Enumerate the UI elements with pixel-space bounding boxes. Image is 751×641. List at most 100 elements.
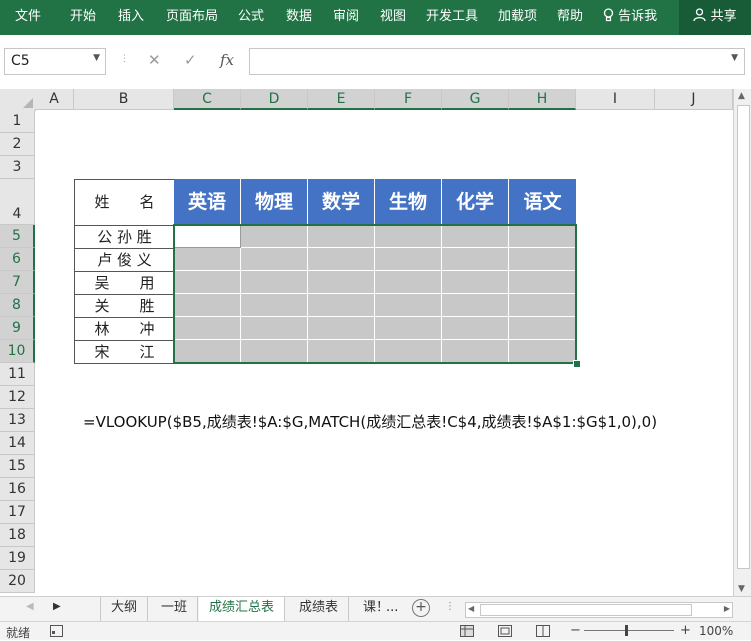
subject-header-physics[interactable]: 物理 bbox=[241, 179, 308, 225]
tab-split-handle-icon[interactable]: ⋮ bbox=[445, 601, 455, 612]
student-name-cell[interactable]: 吴 用 bbox=[74, 271, 175, 295]
row-header-13[interactable]: 13 bbox=[0, 409, 35, 432]
subject-header-biology[interactable]: 生物 bbox=[375, 179, 442, 225]
score-cell[interactable] bbox=[375, 294, 442, 317]
row-header-17[interactable]: 17 bbox=[0, 501, 35, 524]
name-box[interactable]: C5 ▼ bbox=[4, 48, 106, 75]
row-header-16[interactable]: 16 bbox=[0, 478, 35, 501]
score-cell[interactable] bbox=[308, 248, 375, 271]
row-header-19[interactable]: 19 bbox=[0, 547, 35, 570]
share-button[interactable]: 共享 bbox=[679, 0, 751, 35]
student-name-cell[interactable]: 公 孙 胜 bbox=[74, 225, 175, 249]
sheet-tab-class1[interactable]: 一班 bbox=[151, 597, 199, 621]
zoom-in-icon[interactable]: + bbox=[680, 623, 691, 638]
next-sheet-icon[interactable]: ▶ bbox=[53, 601, 61, 612]
formula-input[interactable]: ▼ bbox=[249, 48, 745, 75]
scroll-up-icon[interactable]: ▲ bbox=[738, 91, 745, 101]
score-cell[interactable] bbox=[174, 340, 241, 363]
score-cell[interactable] bbox=[375, 271, 442, 294]
subject-header-english[interactable]: 英语 bbox=[174, 179, 241, 225]
column-header-g[interactable]: G bbox=[442, 89, 509, 110]
score-cell[interactable] bbox=[308, 317, 375, 340]
column-header-d[interactable]: D bbox=[241, 89, 308, 110]
sheet-tab-scores[interactable]: 成绩表 bbox=[289, 597, 350, 621]
macro-record-icon[interactable] bbox=[50, 625, 63, 637]
score-cell[interactable] bbox=[174, 271, 241, 294]
column-header-e[interactable]: E bbox=[308, 89, 375, 110]
tab-addins[interactable]: 加载项 bbox=[498, 0, 537, 35]
sheet-tab-summary[interactable]: 成绩汇总表 bbox=[199, 597, 286, 624]
row-header-12[interactable]: 12 bbox=[0, 386, 35, 409]
student-name-cell[interactable]: 林 冲 bbox=[74, 317, 175, 341]
fx-icon[interactable]: fx bbox=[220, 51, 234, 69]
student-name-cell[interactable]: 宋 江 bbox=[74, 340, 175, 364]
enter-icon[interactable]: ✓ bbox=[184, 51, 197, 69]
horizontal-scrollbar[interactable]: ◀ ▶ bbox=[465, 602, 733, 618]
tab-insert[interactable]: 插入 bbox=[118, 0, 144, 35]
tab-review[interactable]: 审阅 bbox=[333, 0, 359, 35]
column-header-c[interactable]: C bbox=[174, 89, 241, 110]
row-header-3[interactable]: 3 bbox=[0, 156, 35, 179]
tab-formulas[interactable]: 公式 bbox=[238, 0, 264, 35]
subject-header-math[interactable]: 数学 bbox=[308, 179, 375, 225]
row-header-18[interactable]: 18 bbox=[0, 524, 35, 547]
score-cell[interactable] bbox=[375, 317, 442, 340]
row-header-2[interactable]: 2 bbox=[0, 133, 35, 156]
student-name-cell[interactable]: 卢 俊 义 bbox=[74, 248, 175, 272]
tab-page-layout[interactable]: 页面布局 bbox=[166, 0, 218, 35]
row-header-10[interactable]: 10 bbox=[0, 340, 35, 363]
score-cell[interactable] bbox=[174, 317, 241, 340]
tab-view[interactable]: 视图 bbox=[380, 0, 406, 35]
fill-handle[interactable] bbox=[573, 360, 581, 368]
vertical-scroll-thumb[interactable] bbox=[737, 105, 750, 569]
score-cell[interactable] bbox=[174, 248, 241, 271]
row-header-8[interactable]: 8 bbox=[0, 294, 35, 317]
score-cell[interactable] bbox=[375, 340, 442, 363]
zoom-slider[interactable] bbox=[584, 630, 674, 631]
row-header-14[interactable]: 14 bbox=[0, 432, 35, 455]
subject-header-chemistry[interactable]: 化学 bbox=[442, 179, 509, 225]
prev-sheet-icon[interactable]: ◀ bbox=[26, 601, 34, 612]
expand-formula-icon[interactable]: ▼ bbox=[731, 53, 738, 63]
score-cell[interactable] bbox=[241, 248, 308, 271]
worksheet-grid[interactable]: A B C D E F G H I J 1 2 3 4 5 6 7 8 9 10… bbox=[0, 89, 733, 596]
tab-data[interactable]: 数据 bbox=[286, 0, 312, 35]
score-cell[interactable] bbox=[174, 294, 241, 317]
score-cell[interactable] bbox=[241, 294, 308, 317]
score-cell[interactable] bbox=[308, 340, 375, 363]
score-cell[interactable] bbox=[375, 225, 442, 248]
score-cell[interactable] bbox=[442, 294, 509, 317]
cancel-icon[interactable]: ✕ bbox=[148, 51, 161, 69]
score-cell[interactable] bbox=[509, 225, 576, 248]
score-cell[interactable] bbox=[375, 248, 442, 271]
tab-home[interactable]: 开始 bbox=[70, 0, 96, 35]
score-cell[interactable] bbox=[442, 248, 509, 271]
zoom-slider-thumb[interactable] bbox=[625, 625, 628, 636]
score-cell[interactable] bbox=[241, 271, 308, 294]
horizontal-scroll-thumb[interactable] bbox=[480, 604, 692, 616]
score-cell[interactable] bbox=[308, 294, 375, 317]
row-header-7[interactable]: 7 bbox=[0, 271, 35, 294]
row-header-4[interactable]: 4 bbox=[0, 179, 35, 225]
column-header-j[interactable]: J bbox=[655, 89, 733, 110]
row-header-9[interactable]: 9 bbox=[0, 317, 35, 340]
column-header-a[interactable]: A bbox=[35, 89, 74, 110]
vertical-scrollbar[interactable]: ▲ ▼ bbox=[733, 89, 751, 596]
active-cell-c5[interactable] bbox=[174, 225, 241, 248]
tab-developer[interactable]: 开发工具 bbox=[426, 0, 478, 35]
zoom-level[interactable]: 100% bbox=[699, 624, 733, 638]
chevron-down-icon[interactable]: ▼ bbox=[93, 53, 100, 63]
sheet-tab-lessons[interactable]: 课！ bbox=[353, 597, 385, 621]
score-cell[interactable] bbox=[442, 340, 509, 363]
student-name-cell[interactable]: 关 胜 bbox=[74, 294, 175, 318]
score-cell[interactable] bbox=[509, 271, 576, 294]
row-header-6[interactable]: 6 bbox=[0, 248, 35, 271]
score-cell[interactable] bbox=[241, 317, 308, 340]
page-break-view-icon[interactable] bbox=[536, 625, 550, 637]
score-cell[interactable] bbox=[442, 225, 509, 248]
column-header-b[interactable]: B bbox=[74, 89, 174, 110]
tab-help[interactable]: 帮助 bbox=[557, 0, 583, 35]
column-header-h[interactable]: H bbox=[509, 89, 576, 110]
row-header-11[interactable]: 11 bbox=[0, 363, 35, 386]
tab-file[interactable]: 文件 bbox=[15, 0, 41, 35]
